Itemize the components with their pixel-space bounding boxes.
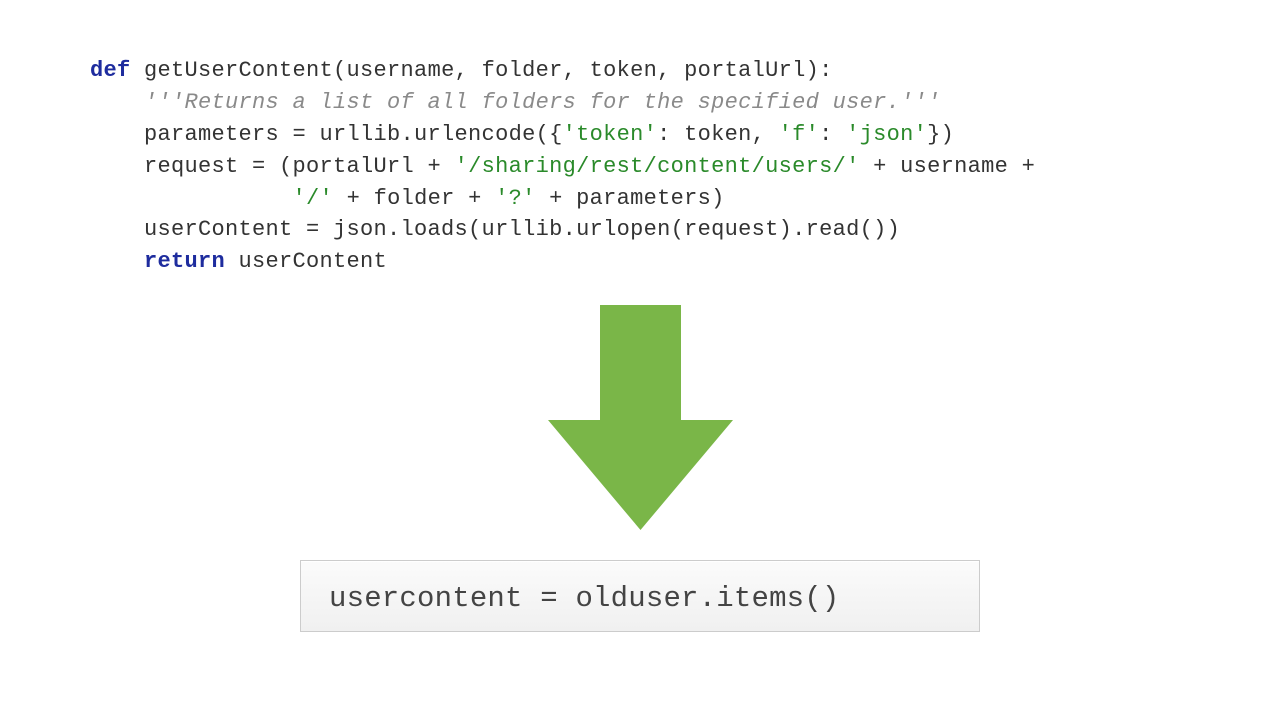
code-block-after: usercontent = olduser.items() [300,560,980,632]
keyword-return: return [90,249,225,274]
string-literal: 'token' [563,122,658,147]
code-block-before: def getUserContent(username, folder, tok… [90,55,1035,278]
keyword-def: def [90,58,131,83]
string-literal: '/' [293,186,334,211]
code-text [90,186,293,211]
code-text: : token, [657,122,779,147]
docstring: '''Returns a list of all folders for the… [90,90,941,115]
code-text: parameters = urllib.urlencode({ [90,122,563,147]
code-text: + parameters) [536,186,725,211]
code-text: request = (portalUrl + [90,154,455,179]
string-literal: 'f' [779,122,820,147]
code-text: userContent = json.loads(urllib.urlopen(… [90,217,900,242]
string-literal: '/sharing/rest/content/users/' [455,154,860,179]
code-text: : [819,122,846,147]
code-text: userContent [225,249,387,274]
code-text: + username + [860,154,1036,179]
down-arrow-icon [548,305,733,530]
string-literal: 'json' [846,122,927,147]
code-text: + folder + [333,186,495,211]
code-text: getUserContent(username, folder, token, … [131,58,833,83]
code-text: usercontent = olduser.items() [329,582,839,615]
string-literal: '?' [495,186,536,211]
code-text: }) [927,122,954,147]
